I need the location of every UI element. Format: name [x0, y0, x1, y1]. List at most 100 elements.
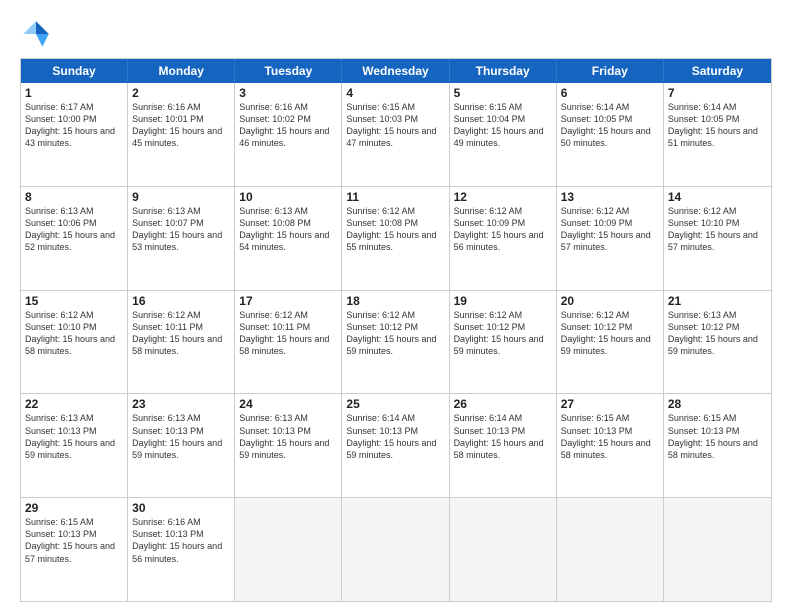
- calendar-cell: 19Sunrise: 6:12 AMSunset: 10:12 PMDaylig…: [450, 291, 557, 394]
- day-number: 3: [239, 86, 337, 100]
- calendar-cell: [450, 498, 557, 601]
- cell-info-line: Sunrise: 6:17 AM: [25, 101, 123, 113]
- cell-info-line: Sunrise: 6:12 AM: [561, 205, 659, 217]
- cell-info-line: Sunset: 10:12 PM: [454, 321, 552, 333]
- weekday-header-saturday: Saturday: [664, 59, 771, 83]
- calendar-week-5: 29Sunrise: 6:15 AMSunset: 10:13 PMDaylig…: [21, 497, 771, 601]
- cell-info-line: Sunset: 10:10 PM: [25, 321, 123, 333]
- cell-info-line: Sunset: 10:13 PM: [132, 528, 230, 540]
- weekday-header-wednesday: Wednesday: [342, 59, 449, 83]
- cell-info-line: Sunset: 10:13 PM: [454, 425, 552, 437]
- cell-info-line: Sunset: 10:13 PM: [561, 425, 659, 437]
- cell-info-line: Sunrise: 6:15 AM: [561, 412, 659, 424]
- cell-info-line: Sunrise: 6:13 AM: [668, 309, 767, 321]
- cell-info-line: Daylight: 15 hours and 58 minutes.: [239, 333, 337, 357]
- cell-info-line: Daylight: 15 hours and 57 minutes.: [561, 229, 659, 253]
- day-number: 25: [346, 397, 444, 411]
- cell-info-line: Daylight: 15 hours and 58 minutes.: [454, 437, 552, 461]
- calendar-week-3: 15Sunrise: 6:12 AMSunset: 10:10 PMDaylig…: [21, 290, 771, 394]
- calendar-cell: 12Sunrise: 6:12 AMSunset: 10:09 PMDaylig…: [450, 187, 557, 290]
- day-number: 5: [454, 86, 552, 100]
- calendar-week-4: 22Sunrise: 6:13 AMSunset: 10:13 PMDaylig…: [21, 393, 771, 497]
- day-number: 20: [561, 294, 659, 308]
- cell-info-line: Sunset: 10:03 PM: [346, 113, 444, 125]
- cell-info-line: Sunset: 10:09 PM: [454, 217, 552, 229]
- cell-info-line: Sunset: 10:11 PM: [239, 321, 337, 333]
- calendar: SundayMondayTuesdayWednesdayThursdayFrid…: [20, 58, 772, 602]
- cell-info-line: Daylight: 15 hours and 58 minutes.: [132, 333, 230, 357]
- day-number: 9: [132, 190, 230, 204]
- cell-info-line: Sunset: 10:13 PM: [25, 425, 123, 437]
- calendar-cell: 20Sunrise: 6:12 AMSunset: 10:12 PMDaylig…: [557, 291, 664, 394]
- calendar-cell: 13Sunrise: 6:12 AMSunset: 10:09 PMDaylig…: [557, 187, 664, 290]
- cell-info-line: Daylight: 15 hours and 47 minutes.: [346, 125, 444, 149]
- calendar-cell: 16Sunrise: 6:12 AMSunset: 10:11 PMDaylig…: [128, 291, 235, 394]
- cell-info-line: Sunset: 10:08 PM: [239, 217, 337, 229]
- calendar-week-2: 8 Sunrise: 6:13 AM Sunset: 10:06 PM Dayligh…: [21, 186, 771, 290]
- cell-info-line: Sunset: 10:13 PM: [668, 425, 767, 437]
- cell-info-line: Sunset: 10:06 PM: [25, 217, 123, 229]
- cell-info-line: Daylight: 15 hours and 59 minutes.: [346, 333, 444, 357]
- cell-info-line: Daylight: 15 hours and 58 minutes.: [668, 437, 767, 461]
- cell-info-line: Sunset: 10:12 PM: [668, 321, 767, 333]
- day-number: 6: [561, 86, 659, 100]
- cell-info-line: Daylight: 15 hours and 59 minutes.: [25, 437, 123, 461]
- calendar-cell: 17Sunrise: 6:12 AMSunset: 10:11 PMDaylig…: [235, 291, 342, 394]
- weekday-header-friday: Friday: [557, 59, 664, 83]
- calendar-cell: 18Sunrise: 6:12 AMSunset: 10:12 PMDaylig…: [342, 291, 449, 394]
- weekday-header-tuesday: Tuesday: [235, 59, 342, 83]
- logo-icon: [20, 18, 52, 50]
- day-number: 7: [668, 86, 767, 100]
- cell-info-line: Sunrise: 6:14 AM: [668, 101, 767, 113]
- calendar-cell: 10Sunrise: 6:13 AMSunset: 10:08 PMDaylig…: [235, 187, 342, 290]
- calendar-cell: 27Sunrise: 6:15 AMSunset: 10:13 PMDaylig…: [557, 394, 664, 497]
- day-number: 27: [561, 397, 659, 411]
- cell-info-line: Sunrise: 6:12 AM: [454, 309, 552, 321]
- day-number: 18: [346, 294, 444, 308]
- cell-info-line: Daylight: 15 hours and 53 minutes.: [132, 229, 230, 253]
- calendar-cell: 30Sunrise: 6:16 AMSunset: 10:13 PMDaylig…: [128, 498, 235, 601]
- cell-info-line: Daylight: 15 hours and 59 minutes.: [346, 437, 444, 461]
- calendar-cell: 14Sunrise: 6:12 AMSunset: 10:10 PMDaylig…: [664, 187, 771, 290]
- cell-info-line: Sunrise: 6:14 AM: [454, 412, 552, 424]
- cell-info-line: Sunrise: 6:16 AM: [239, 101, 337, 113]
- cell-info-line: Daylight: 15 hours and 59 minutes.: [668, 333, 767, 357]
- day-number: 12: [454, 190, 552, 204]
- cell-info-line: Sunset: 10:10 PM: [668, 217, 767, 229]
- calendar-cell: 5Sunrise: 6:15 AMSunset: 10:04 PMDayligh…: [450, 83, 557, 186]
- cell-info-line: Sunset: 10:12 PM: [561, 321, 659, 333]
- calendar-cell: 29Sunrise: 6:15 AMSunset: 10:13 PMDaylig…: [21, 498, 128, 601]
- cell-info-line: Sunset: 10:02 PM: [239, 113, 337, 125]
- cell-info-line: Sunset: 10:13 PM: [132, 425, 230, 437]
- calendar-cell: 26Sunrise: 6:14 AMSunset: 10:13 PMDaylig…: [450, 394, 557, 497]
- cell-info-line: Sunset: 10:04 PM: [454, 113, 552, 125]
- cell-info-line: Sunset: 10:13 PM: [346, 425, 444, 437]
- cell-info-line: Sunrise: 6:12 AM: [239, 309, 337, 321]
- cell-info-line: Sunrise: 6:13 AM: [239, 412, 337, 424]
- cell-info-line: Sunrise: 6:12 AM: [346, 205, 444, 217]
- cell-info-line: Sunrise: 6:13 AM: [132, 205, 230, 217]
- cell-info-line: Sunset: 10:05 PM: [668, 113, 767, 125]
- cell-info-line: Daylight: 15 hours and 59 minutes.: [239, 437, 337, 461]
- cell-info-line: Sunrise: 6:12 AM: [454, 205, 552, 217]
- calendar-cell: [557, 498, 664, 601]
- day-number: 15: [25, 294, 123, 308]
- cell-info-line: Sunset: 10:13 PM: [239, 425, 337, 437]
- cell-info-line: Sunset: 10:01 PM: [132, 113, 230, 125]
- cell-info-line: Daylight: 15 hours and 57 minutes.: [25, 540, 123, 564]
- cell-info-line: Sunrise: 6:13 AM: [25, 412, 123, 424]
- cell-info-line: Daylight: 15 hours and 50 minutes.: [561, 125, 659, 149]
- cell-info-line: Daylight: 15 hours and 58 minutes.: [25, 333, 123, 357]
- calendar-cell: [664, 498, 771, 601]
- cell-info-line: Sunrise: 6:15 AM: [668, 412, 767, 424]
- cell-info-line: Sunrise: 6:15 AM: [454, 101, 552, 113]
- day-number: 8: [25, 190, 123, 204]
- cell-info-line: Sunrise: 6:13 AM: [132, 412, 230, 424]
- calendar-cell: 24Sunrise: 6:13 AMSunset: 10:13 PMDaylig…: [235, 394, 342, 497]
- cell-info-line: Sunrise: 6:15 AM: [25, 516, 123, 528]
- cell-info-line: Sunset: 10:00 PM: [25, 113, 123, 125]
- calendar-header: SundayMondayTuesdayWednesdayThursdayFrid…: [21, 59, 771, 83]
- cell-info-line: Sunrise: 6:16 AM: [132, 516, 230, 528]
- calendar-cell: 9Sunrise: 6:13 AMSunset: 10:07 PMDayligh…: [128, 187, 235, 290]
- cell-info-line: Sunrise: 6:12 AM: [561, 309, 659, 321]
